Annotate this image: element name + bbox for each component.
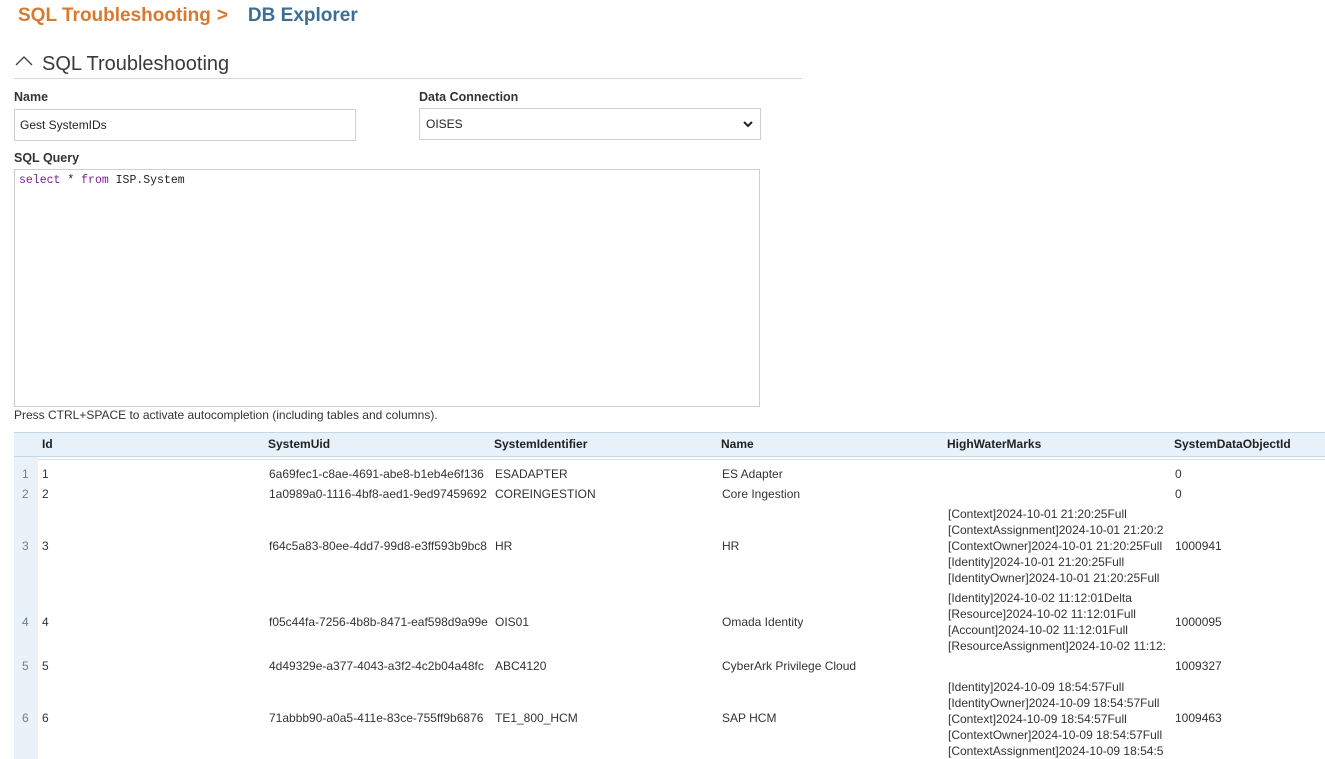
cell-highwatermarks: [Context]2024-10-01 21:20:25Full [Contex… <box>948 506 1170 586</box>
grid-header-divider <box>14 457 1325 460</box>
table-row[interactable]: 1 1 6a69fec1-c8ae-4691-abe8-b1eb4e6f136 … <box>14 465 1325 484</box>
highwatermark-line: [Context]2024-10-09 18:54:57Full <box>948 712 1127 726</box>
cell-systemuid: 1a0989a0-1116-4bf8-aed1-9ed97459692 <box>269 487 487 501</box>
highwatermark-line: [Context]2024-10-01 21:20:25Full <box>948 507 1127 521</box>
row-number: 3 <box>22 539 29 553</box>
cell-systemidentifier: COREINGESTION <box>495 487 596 501</box>
highwatermark-line: [ContextAssignment]2024-10-01 21:20:2 <box>948 523 1164 537</box>
column-header-systemuid[interactable]: SystemUid <box>268 437 330 451</box>
cell-systemdataobjectid: 0 <box>1175 487 1182 501</box>
row-number: 2 <box>22 487 29 501</box>
cell-highwatermarks: [Identity]2024-10-09 18:54:57Full [Ident… <box>948 679 1170 759</box>
cell-id: 2 <box>42 487 49 501</box>
highwatermark-line: [Account]2024-10-02 11:12:01Full <box>948 623 1128 637</box>
results-grid: Id SystemUid SystemIdentifier Name HighW… <box>14 432 1325 759</box>
name-label: Name <box>14 90 49 104</box>
table-row[interactable]: 6 6 71abbb90-a0a5-411e-83ce-755ff9b6876 … <box>14 679 1325 759</box>
cell-id: 5 <box>42 659 49 673</box>
data-connection-label: Data Connection <box>419 90 519 104</box>
data-connection-select[interactable]: OISES <box>419 108 761 140</box>
cell-systemuid: 6a69fec1-c8ae-4691-abe8-b1eb4e6f136 <box>269 467 484 481</box>
cell-name: HR <box>722 539 740 553</box>
highwatermark-line: [IdentityOwner]2024-10-09 18:54:57Full <box>948 696 1160 710</box>
highwatermark-line: [Resource]2024-10-02 11:12:01Full <box>948 607 1136 621</box>
cell-systemidentifier: ABC4120 <box>495 659 547 673</box>
cell-name: CyberArk Privilege Cloud <box>722 659 857 673</box>
cell-systemidentifier: HR <box>495 539 513 553</box>
cell-systemuid: f05c44fa-7256-4b8b-8471-eaf598d9a99e <box>269 615 488 629</box>
column-header-id[interactable]: Id <box>42 437 53 451</box>
cell-systemdataobjectid: 1009327 <box>1175 659 1222 673</box>
row-number: 5 <box>22 659 29 673</box>
cell-id: 6 <box>42 711 49 725</box>
sql-keyword: select <box>19 174 61 187</box>
highwatermark-line: [ContextAssignment]2024-10-09 18:54:5 <box>948 744 1164 758</box>
cell-systemidentifier: OIS01 <box>495 615 530 629</box>
cell-systemdataobjectid: 1000941 <box>1175 539 1222 553</box>
sql-token: ISP.System <box>108 174 185 187</box>
table-row[interactable]: 2 2 1a0989a0-1116-4bf8-aed1-9ed97459692 … <box>14 485 1325 504</box>
sql-token: * <box>60 174 82 187</box>
cell-systemdataobjectid: 0 <box>1175 467 1182 481</box>
cell-systemidentifier: TE1_800_HCM <box>495 711 578 725</box>
cell-name: Core Ingestion <box>722 487 801 501</box>
autocomplete-hint: Press CTRL+SPACE to activate autocomplet… <box>14 408 438 422</box>
highwatermark-line: [ContextOwner]2024-10-09 18:54:57Full <box>948 728 1163 742</box>
highwatermark-line: [ContextOwner]2024-10-01 21:20:25Full <box>948 539 1163 553</box>
breadcrumb-separator: > <box>216 5 228 26</box>
cell-systemidentifier: ESADAPTER <box>495 467 568 481</box>
section-header[interactable]: SQL Troubleshooting <box>14 50 802 79</box>
cell-name: ES Adapter <box>722 467 783 481</box>
cell-id: 1 <box>42 467 49 481</box>
highwatermark-line: [Identity]2024-10-09 18:54:57Full <box>948 680 1125 694</box>
cell-name: SAP HCM <box>722 711 777 725</box>
column-header-name[interactable]: Name <box>721 437 754 451</box>
cell-name: Omada Identity <box>722 615 804 629</box>
cell-systemdataobjectid: 1009463 <box>1175 711 1222 725</box>
highwatermark-line: [IdentityOwner]2024-10-01 21:20:25Full <box>948 571 1160 585</box>
data-connection-value: OISES <box>426 117 463 131</box>
chevron-down-icon <box>742 118 754 130</box>
table-row[interactable]: 4 4 f05c44fa-7256-4b8b-8471-eaf598d9a99e… <box>14 590 1325 656</box>
cell-systemuid: f64c5a83-80ee-4dd7-99d8-e3ff593b9bc8 <box>269 539 487 553</box>
highwatermark-line: [Identity]2024-10-01 21:20:25Full <box>948 555 1125 569</box>
cell-systemuid: 4d49329e-a377-4043-a3f2-4c2b04a48fc <box>269 659 484 673</box>
breadcrumb: SQL Troubleshooting > DB Explorer <box>18 5 358 27</box>
sql-query-label: SQL Query <box>14 151 80 165</box>
highwatermark-line: [ResourceAssignment]2024-10-02 11:12: <box>948 639 1166 653</box>
row-number: 6 <box>22 711 29 725</box>
cell-id: 4 <box>42 615 49 629</box>
sql-keyword: from <box>81 174 109 187</box>
caret-up-icon[interactable] <box>14 51 34 71</box>
row-number: 4 <box>22 615 29 629</box>
cell-highwatermarks: [Identity]2024-10-02 11:12:01Delta [Reso… <box>948 590 1170 654</box>
cell-systemuid: 71abbb90-a0a5-411e-83ce-755ff9b6876 <box>269 711 484 725</box>
breadcrumb-current: DB Explorer <box>247 5 358 26</box>
column-header-systemdataobjectid[interactable]: SystemDataObjectId <box>1174 437 1291 451</box>
breadcrumb-parent-link[interactable]: SQL Troubleshooting <box>18 5 211 26</box>
column-header-systemidentifier[interactable]: SystemIdentifier <box>494 437 587 451</box>
sql-query-editor[interactable]: select * from ISP.System <box>14 169 760 407</box>
grid-header: Id SystemUid SystemIdentifier Name HighW… <box>14 432 1325 457</box>
cell-id: 3 <box>42 539 49 553</box>
cell-systemdataobjectid: 1000095 <box>1175 615 1222 629</box>
column-header-highwatermarks[interactable]: HighWaterMarks <box>947 437 1041 451</box>
section-title: SQL Troubleshooting <box>42 52 230 75</box>
highwatermark-line: [Identity]2024-10-02 11:12:01Delta <box>948 591 1132 605</box>
name-input[interactable] <box>14 109 356 141</box>
table-row[interactable]: 5 5 4d49329e-a377-4043-a3f2-4c2b04a48fc … <box>14 658 1325 677</box>
row-number: 1 <box>22 467 29 481</box>
table-row[interactable]: 3 3 f64c5a83-80ee-4dd7-99d8-e3ff593b9bc8… <box>14 506 1325 588</box>
